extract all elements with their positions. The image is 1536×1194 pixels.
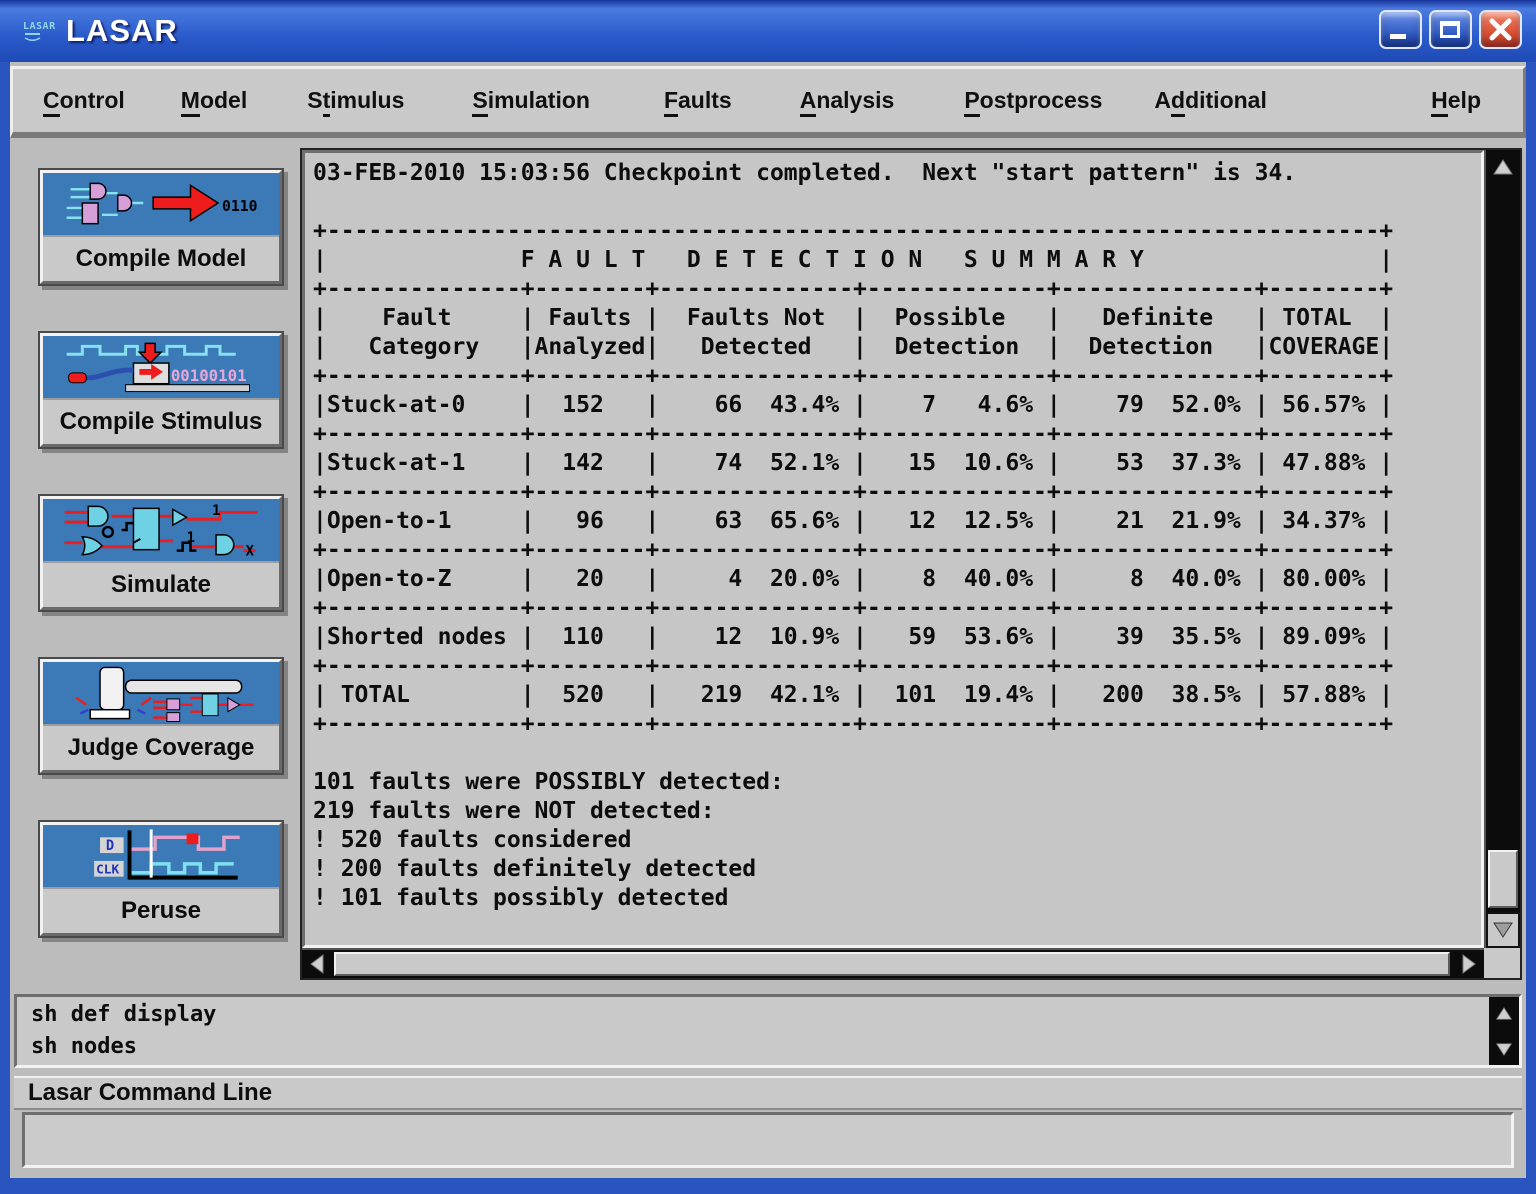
menu-bar: Control Model Stimulus Simulation Faults… xyxy=(10,66,1526,138)
terminal-panel: 03-FEB-2010 15:03:56 Checkpoint complete… xyxy=(300,148,1522,980)
simulate-icon: 1 1 X xyxy=(43,499,279,561)
svg-text:LASAR: LASAR xyxy=(23,21,56,32)
menu-help[interactable]: Help xyxy=(1431,87,1481,114)
svg-text:1: 1 xyxy=(212,503,220,519)
svg-text:0110: 0110 xyxy=(222,198,258,215)
sidebar-button-compile-model[interactable]: 0110 Compile Model xyxy=(38,168,284,286)
svg-text:00100101: 00100101 xyxy=(171,366,247,385)
sidebar-button-compile-stimulus[interactable]: 00100101 Compile Stimulus xyxy=(38,331,284,449)
scroll-up-icon xyxy=(1492,158,1514,176)
console-scrollbar[interactable] xyxy=(1489,997,1519,1065)
menu-model[interactable]: Model xyxy=(181,87,247,114)
titlebar[interactable]: LASAR LASAR xyxy=(0,0,1536,62)
sidebar-button-label: Peruse xyxy=(43,887,279,933)
terminal-text: 03-FEB-2010 15:03:56 Checkpoint complete… xyxy=(305,153,1481,919)
vertical-scroll-thumb[interactable] xyxy=(1488,850,1518,908)
minimize-button[interactable] xyxy=(1379,10,1422,49)
compile-model-icon: 0110 xyxy=(43,173,279,235)
sidebar-button-label: Compile Model xyxy=(43,235,279,281)
sidebar-button-label: Simulate xyxy=(43,561,279,607)
compile-stimulus-icon: 00100101 xyxy=(43,336,279,398)
sidebar-button-simulate[interactable]: 1 1 X Simulate xyxy=(38,494,284,612)
command-input-field[interactable] xyxy=(22,1112,1514,1168)
scroll-right-button[interactable] xyxy=(1454,950,1484,978)
vertical-scrollbar[interactable] xyxy=(1484,150,1520,948)
console-scroll-up-icon xyxy=(1495,1006,1513,1021)
console-scroll-up-button[interactable] xyxy=(1489,997,1519,1029)
terminal-output[interactable]: 03-FEB-2010 15:03:56 Checkpoint complete… xyxy=(302,150,1484,948)
svg-text:D: D xyxy=(106,838,114,854)
scroll-left-icon xyxy=(309,954,325,974)
console-scroll-down-icon xyxy=(1495,1042,1513,1057)
svg-text:1: 1 xyxy=(187,530,195,546)
sidebar-button-label: Compile Stimulus xyxy=(43,398,279,444)
sidebar-button-judge-coverage[interactable]: Judge Coverage xyxy=(38,657,284,775)
close-icon xyxy=(1481,12,1520,47)
svg-text:CLK: CLK xyxy=(96,863,119,878)
minimize-icon xyxy=(1390,34,1406,39)
close-button[interactable] xyxy=(1479,10,1522,49)
lasar-logo-icon: LASAR xyxy=(22,16,60,46)
command-input[interactable] xyxy=(25,1115,1511,1165)
scroll-down-button[interactable] xyxy=(1486,912,1520,948)
command-history-text: sh def display sh nodes xyxy=(17,997,1519,1065)
menu-faults[interactable]: Faults xyxy=(664,87,732,114)
window-title: LASAR xyxy=(66,13,178,49)
scroll-right-icon xyxy=(1461,954,1477,974)
peruse-icon: D CLK xyxy=(43,825,279,887)
judge-coverage-icon xyxy=(43,662,279,724)
sidebar-button-peruse[interactable]: D CLK Peruse xyxy=(38,820,284,938)
menu-control[interactable]: Control xyxy=(43,87,125,114)
menu-postprocess[interactable]: Postprocess xyxy=(964,87,1102,114)
horizontal-scrollbar[interactable] xyxy=(302,948,1484,978)
maximize-icon xyxy=(1440,21,1460,38)
command-line-label-bar: Lasar Command Line xyxy=(14,1076,1522,1110)
svg-text:X: X xyxy=(246,544,255,560)
menu-stimulus[interactable]: Stimulus xyxy=(307,87,404,114)
menu-additional[interactable]: Additional xyxy=(1154,87,1266,114)
scroll-left-button[interactable] xyxy=(302,950,332,978)
lasar-window: LASAR LASAR Control Model Stimulus Si xyxy=(0,0,1536,1194)
sidebar-button-label: Judge Coverage xyxy=(43,724,279,770)
maximize-button[interactable] xyxy=(1429,10,1472,49)
menu-analysis[interactable]: Analysis xyxy=(800,87,895,114)
menu-simulation[interactable]: Simulation xyxy=(472,87,590,114)
command-history-panel[interactable]: sh def display sh nodes xyxy=(14,994,1522,1068)
command-line-label: Lasar Command Line xyxy=(28,1079,272,1107)
scroll-down-icon xyxy=(1492,921,1514,939)
console-scroll-down-button[interactable] xyxy=(1489,1033,1519,1065)
horizontal-scroll-thumb[interactable] xyxy=(334,952,1450,976)
scroll-up-button[interactable] xyxy=(1486,150,1520,184)
scrollbar-corner xyxy=(1484,948,1520,978)
